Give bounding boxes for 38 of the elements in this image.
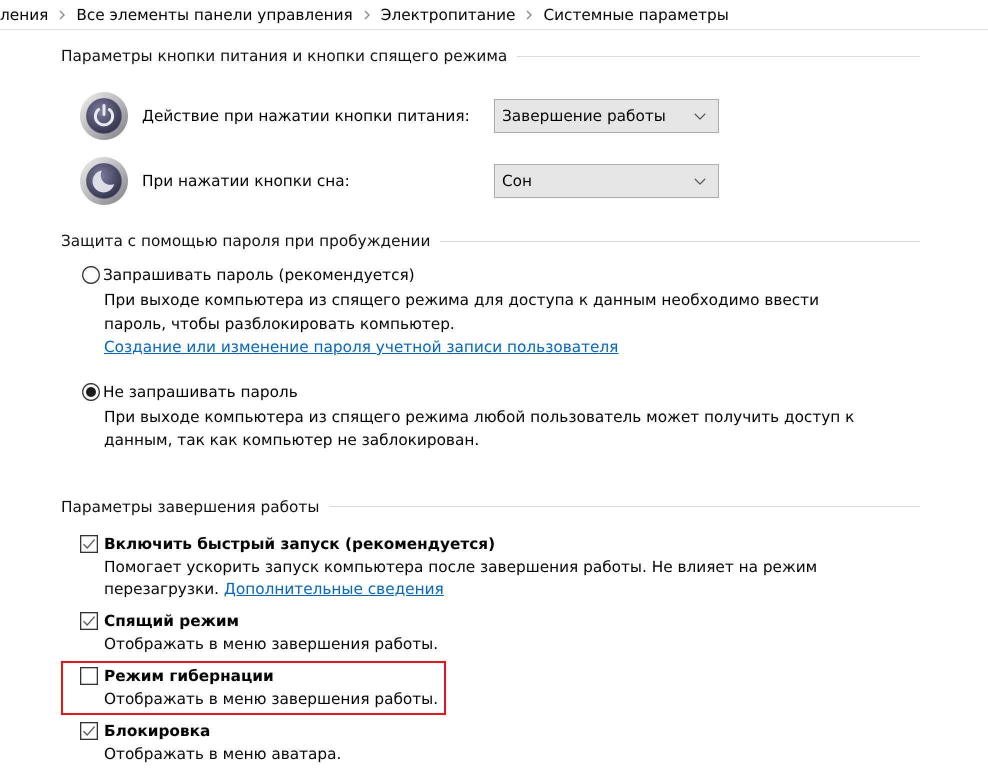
option-description: Помогает ускорить запуск компьютера после завершения работы. Не влияет на режим перезагрузки. Дополнительные сведения	[104, 556, 818, 600]
breadcrumb-item[interactable]: Все элементы панели управления	[76, 4, 353, 24]
radio-button[interactable]	[82, 382, 100, 400]
option-description: При выходе компьютера из спящего режима для доступа к данным необходимо ввести пароль, чтобы разблокировать компьютер. Создание или изменение пароля учетной записи пользователя	[104, 290, 820, 358]
option-label[interactable]: Режим гибернации	[104, 664, 274, 688]
dropdown[interactable]: Завершение работы	[494, 99, 719, 133]
chevron-right-icon	[526, 10, 532, 20]
breadcrumb-item[interactable]: ления	[0, 4, 48, 24]
chevron-right-icon	[364, 10, 370, 20]
dropdown[interactable]: Сон	[494, 164, 719, 198]
option-description: Отображать в меню завершения работы.	[104, 688, 438, 710]
breadcrumb-item[interactable]: Системные параметры	[543, 4, 729, 24]
option-description: При выходе компьютера из спящего режима любой пользователь может получить доступ к данным, так как компьютер не заблокирован.	[104, 406, 856, 451]
option-description: Отображать в меню аватара.	[104, 744, 342, 764]
breadcrumb-item[interactable]: Электропитание	[380, 4, 516, 24]
section-title: Защита с помощью пароля при пробуждении	[61, 231, 430, 252]
option-label[interactable]: Включить быстрый запуск (рекомендуется)	[104, 532, 496, 556]
option-label[interactable]: Спящий режим	[104, 610, 240, 632]
checkbox[interactable]	[80, 722, 98, 740]
setting-label: Действие при нажатии кнопки питания:	[142, 107, 470, 125]
section-title: Параметры завершения работы	[61, 496, 320, 518]
option-label[interactable]: Блокировка	[104, 720, 210, 742]
option-label[interactable]: Запрашивать пароль (рекомендуется)	[103, 263, 415, 287]
text-link[interactable]: Дополнительные сведения	[224, 580, 444, 598]
checkbox[interactable]	[80, 535, 98, 553]
setting-label: При нажатии кнопки сна:	[142, 172, 350, 190]
chevron-down-icon	[694, 112, 706, 120]
moon-icon	[80, 157, 128, 205]
text-link[interactable]: Создание или изменение пароля учетной записи пользователя	[104, 338, 618, 356]
radio-button[interactable]	[82, 266, 100, 284]
checkbox[interactable]	[80, 612, 98, 630]
power-icon	[80, 92, 128, 140]
option-description: Отображать в меню завершения работы.	[104, 634, 438, 654]
option-label[interactable]: Не запрашивать пароль	[103, 380, 298, 404]
chevron-right-icon	[59, 10, 66, 20]
chevron-down-icon	[694, 178, 706, 184]
section-title: Параметры кнопки питания и кнопки спящего режима	[61, 46, 508, 67]
checkbox[interactable]	[80, 667, 98, 685]
